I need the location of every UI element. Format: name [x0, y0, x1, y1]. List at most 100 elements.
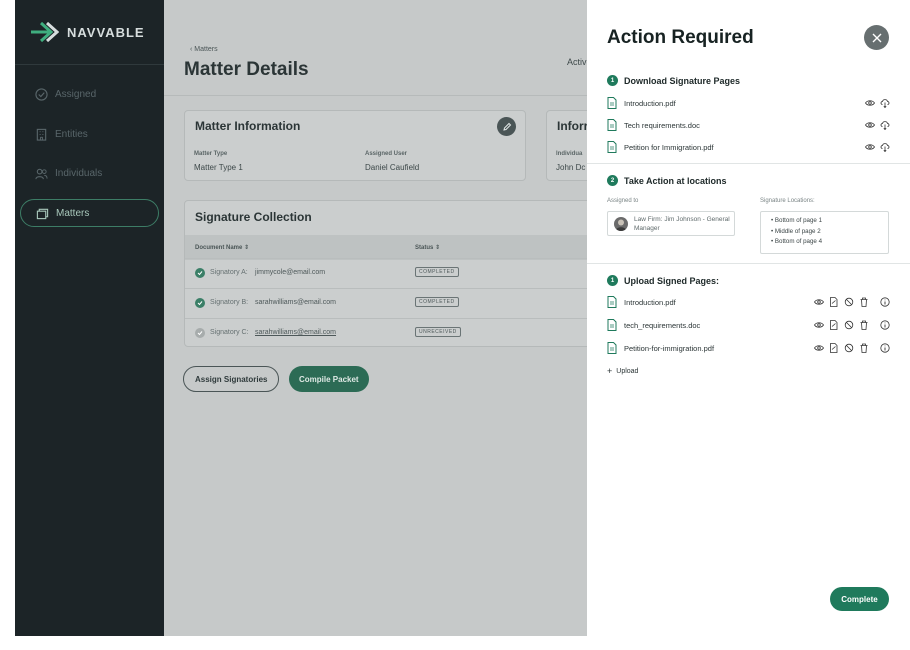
pencil-icon: [502, 122, 511, 131]
signature-collection-card: Signature Collection Document Name ⇕ Sta…: [184, 200, 644, 347]
replace-icon[interactable]: [844, 297, 854, 307]
cloud-download-icon[interactable]: [880, 98, 890, 108]
location-item: • Bottom of page 1: [771, 217, 823, 224]
sidebar-item-matters[interactable]: Matters: [20, 199, 159, 227]
building-icon: [36, 128, 47, 141]
column-header-status[interactable]: Status ⇕: [415, 244, 440, 251]
eye-icon[interactable]: [865, 142, 875, 152]
step-take-action: 2 Take Action at locations: [607, 175, 727, 186]
eye-icon[interactable]: [814, 297, 824, 307]
replace-icon[interactable]: [844, 343, 854, 353]
arrow-logo-icon: [31, 21, 59, 43]
assigned-to-label: Assigned to: [607, 198, 639, 204]
edit-button[interactable]: [497, 117, 516, 136]
file-name: Petition-for-immigration.pdf: [624, 343, 715, 353]
action-required-panel: Action Required 1 Download Signature Pag…: [587, 0, 910, 636]
close-icon: [872, 33, 881, 42]
signatory-label: Signatory A:: [210, 269, 248, 276]
assigned-user-label: Assigned User: [365, 151, 408, 157]
uploaded-file-row: tech_requirements.doc: [607, 318, 890, 332]
trash-icon[interactable]: [859, 297, 869, 307]
info-icon[interactable]: [880, 320, 890, 330]
sidebar-item-entities[interactable]: Entities: [20, 120, 159, 148]
signatory-email: sarahwilliams@email.com: [255, 299, 337, 306]
panel-title: Action Required: [607, 27, 754, 48]
sidebar-item-label: Entities: [55, 128, 88, 140]
breadcrumb[interactable]: ‹ Matters: [190, 46, 218, 53]
close-button[interactable]: [864, 25, 889, 50]
file-edit-icon[interactable]: [829, 297, 839, 307]
sidebar: NAVVABLE Assigned Entities Individuals M…: [15, 0, 164, 636]
file-actions: [865, 120, 890, 130]
folders-icon: [36, 208, 49, 219]
document-icon: [607, 97, 617, 109]
status-check-icon: [195, 298, 205, 308]
uploaded-file-row: Introduction.pdf: [607, 295, 890, 309]
trash-icon[interactable]: [859, 320, 869, 330]
people-icon: [35, 168, 48, 179]
column-header-document[interactable]: Document Name ⇕: [195, 244, 249, 251]
file-edit-icon[interactable]: [829, 320, 839, 330]
eye-icon[interactable]: [814, 343, 824, 353]
info-icon[interactable]: [880, 343, 890, 353]
page-title: Matter Details: [184, 59, 309, 80]
panel-divider: [587, 163, 910, 164]
sidebar-item-assigned[interactable]: Assigned: [20, 80, 159, 108]
eye-icon[interactable]: [814, 320, 824, 330]
download-file-row: Tech requirements.doc: [607, 118, 890, 132]
cloud-download-icon[interactable]: [880, 142, 890, 152]
upload-button[interactable]: + Upload: [607, 366, 638, 376]
signatory-label: Signatory B:: [210, 299, 249, 306]
signatory-label: Signatory C:: [210, 329, 249, 336]
sidebar-item-individuals[interactable]: Individuals: [20, 159, 159, 187]
file-actions: [814, 343, 890, 353]
replace-icon[interactable]: [844, 320, 854, 330]
uploaded-file-row: Petition-for-immigration.pdf: [607, 341, 890, 355]
document-icon: [607, 119, 617, 131]
signature-locations-label: Signature Locations:: [760, 198, 815, 204]
avatar: [614, 217, 628, 231]
sidebar-item-label: Individuals: [55, 167, 103, 179]
upload-label: Upload: [616, 367, 639, 375]
status-check-icon: [195, 268, 205, 278]
brand-logo[interactable]: NAVVABLE: [29, 20, 145, 44]
compile-packet-button[interactable]: Compile Packet: [289, 366, 369, 392]
file-actions: [865, 142, 890, 152]
matter-information-card: Matter Information Matter Type Matter Ty…: [184, 110, 526, 181]
step-number: 1: [607, 275, 618, 286]
individual-value: John Dc: [556, 163, 586, 172]
eye-icon[interactable]: [865, 120, 875, 130]
file-name: Introduction.pdf: [624, 98, 676, 108]
plus-icon: +: [607, 366, 613, 376]
table-row[interactable]: Signatory B: sarahwilliams@email.com COM…: [185, 288, 643, 318]
file-actions: [814, 297, 890, 307]
matter-type-value: Matter Type 1: [194, 163, 243, 172]
assignee-card: Law Firm: Jim Johnson - General Manager: [607, 211, 735, 236]
file-name: Tech requirements.doc: [624, 120, 700, 130]
file-actions: [865, 98, 890, 108]
document-icon: [607, 342, 617, 354]
signatory-email: jimmycole@email.com: [255, 269, 326, 276]
signatory-email-link[interactable]: sarahwilliams@email.com: [255, 329, 336, 336]
cloud-download-icon[interactable]: [880, 120, 890, 130]
step-download: 1 Download Signature Pages: [607, 75, 740, 86]
location-item: • Middle of page 2: [771, 227, 821, 235]
info-icon[interactable]: [880, 297, 890, 307]
table-row[interactable]: Signatory A: jimmycole@email.com COMPLET…: [185, 258, 643, 288]
table-header: Document Name ⇕ Status ⇕: [185, 235, 643, 260]
step-number: 2: [607, 175, 618, 186]
file-edit-icon[interactable]: [829, 343, 839, 353]
trash-icon[interactable]: [859, 343, 869, 353]
step-label: Take Action at locations: [624, 175, 727, 186]
tab-activity[interactable]: Activ: [567, 57, 587, 67]
panel-divider: [587, 263, 910, 264]
location-item: • Bottom of page 4: [771, 238, 823, 245]
sidebar-item-label: Assigned: [55, 88, 97, 100]
download-file-row: Introduction.pdf: [607, 96, 890, 110]
matter-type-label: Matter Type: [194, 151, 228, 157]
assign-signatories-button[interactable]: Assign Signatories: [183, 366, 280, 392]
eye-icon[interactable]: [865, 98, 875, 108]
table-row[interactable]: Signatory C: sarahwilliams@email.com UNR…: [185, 318, 643, 348]
complete-button[interactable]: Complete: [830, 587, 889, 611]
check-circle-icon: [35, 87, 48, 101]
